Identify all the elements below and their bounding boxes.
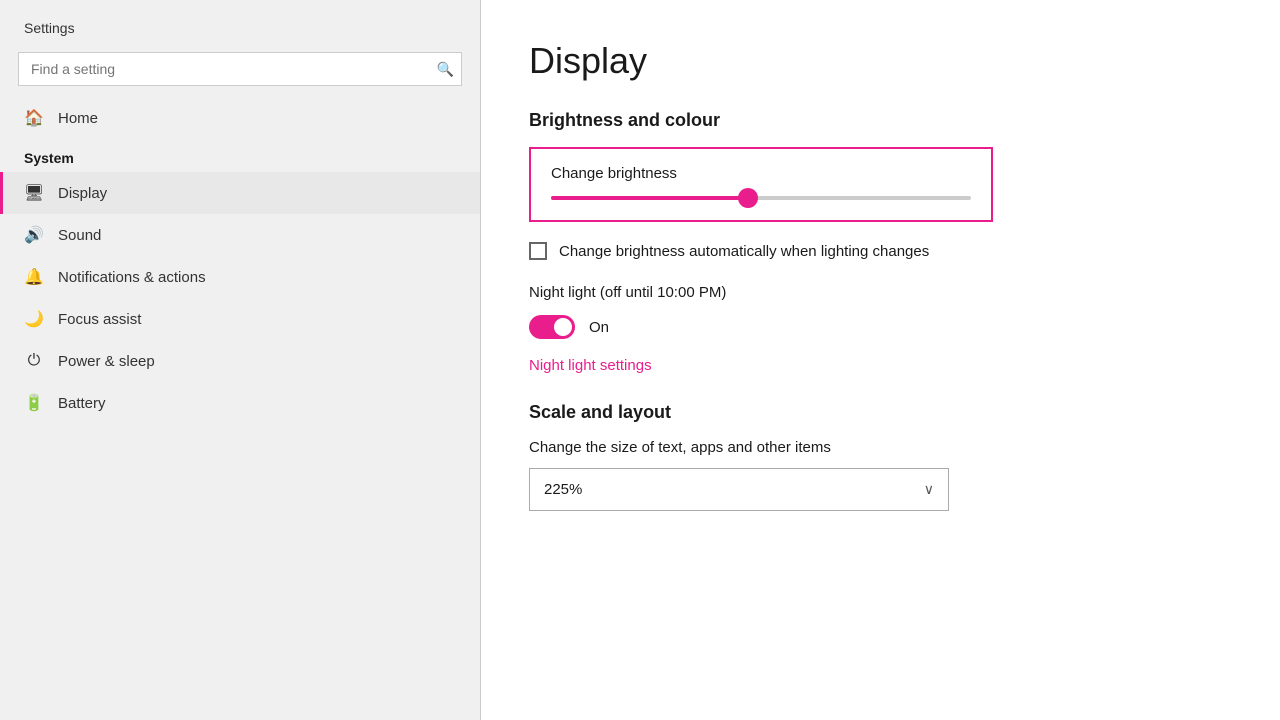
sidebar: Settings 🔍 🏠 Home System 🖥 Display 🔊 Sou… [0,0,480,720]
brightness-label: Change brightness [551,165,971,182]
home-label: Home [58,110,98,127]
system-section-label: System [0,138,480,172]
scale-section-heading: Scale and layout [529,402,1232,423]
search-icon: 🔍 [437,61,454,78]
main-content: Display Brightness and colour Change bri… [481,0,1280,720]
brightness-box: Change brightness [529,147,993,222]
sidebar-item-label: Battery [58,395,106,412]
app-title: Settings [0,0,480,52]
sidebar-item-label: Focus assist [58,311,141,328]
search-input[interactable] [18,52,462,86]
slider-thumb[interactable] [738,188,758,208]
sidebar-item-label: Sound [58,227,101,244]
sidebar-item-home[interactable]: 🏠 Home [0,98,480,138]
auto-brightness-label: Change brightness automatically when lig… [559,243,929,260]
page-title: Display [529,40,1232,82]
sidebar-item-display[interactable]: 🖥 Display [0,172,480,214]
sidebar-item-label: Notifications & actions [58,269,206,286]
focus-icon: 🌙 [24,309,44,329]
search-box[interactable]: 🔍 [18,52,462,86]
brightness-slider[interactable] [551,196,971,200]
brightness-section-heading: Brightness and colour [529,110,1232,131]
night-light-toggle-row: On [529,315,1232,339]
toggle-state-label: On [589,319,609,336]
night-light-toggle[interactable] [529,315,575,339]
night-light-settings-link[interactable]: Night light settings [529,357,1232,374]
sidebar-item-sound[interactable]: 🔊 Sound [0,214,480,256]
notifications-icon: 🔔 [24,267,44,287]
night-light-label: Night light (off until 10:00 PM) [529,284,1232,301]
scale-dropdown[interactable]: 225% ∨ [529,468,949,511]
power-icon: ⏻ [24,351,44,371]
sidebar-item-notifications[interactable]: 🔔 Notifications & actions [0,256,480,298]
sidebar-item-focus[interactable]: 🌙 Focus assist [0,298,480,340]
sidebar-item-battery[interactable]: 🔋 Battery [0,382,480,424]
sidebar-item-label: Power & sleep [58,353,155,370]
home-icon: 🏠 [24,108,44,128]
scale-description: Change the size of text, apps and other … [529,439,1232,456]
toggle-knob [554,318,572,336]
scale-dropdown-value: 225% [544,481,582,498]
chevron-down-icon: ∨ [924,481,934,498]
sidebar-item-label: Display [58,185,107,202]
auto-brightness-row: Change brightness automatically when lig… [529,242,1232,260]
auto-brightness-checkbox[interactable] [529,242,547,260]
sidebar-item-power[interactable]: ⏻ Power & sleep [0,340,480,382]
sound-icon: 🔊 [24,225,44,245]
display-icon: 🖥 [24,183,44,203]
battery-icon: 🔋 [24,393,44,413]
slider-fill [551,196,748,200]
